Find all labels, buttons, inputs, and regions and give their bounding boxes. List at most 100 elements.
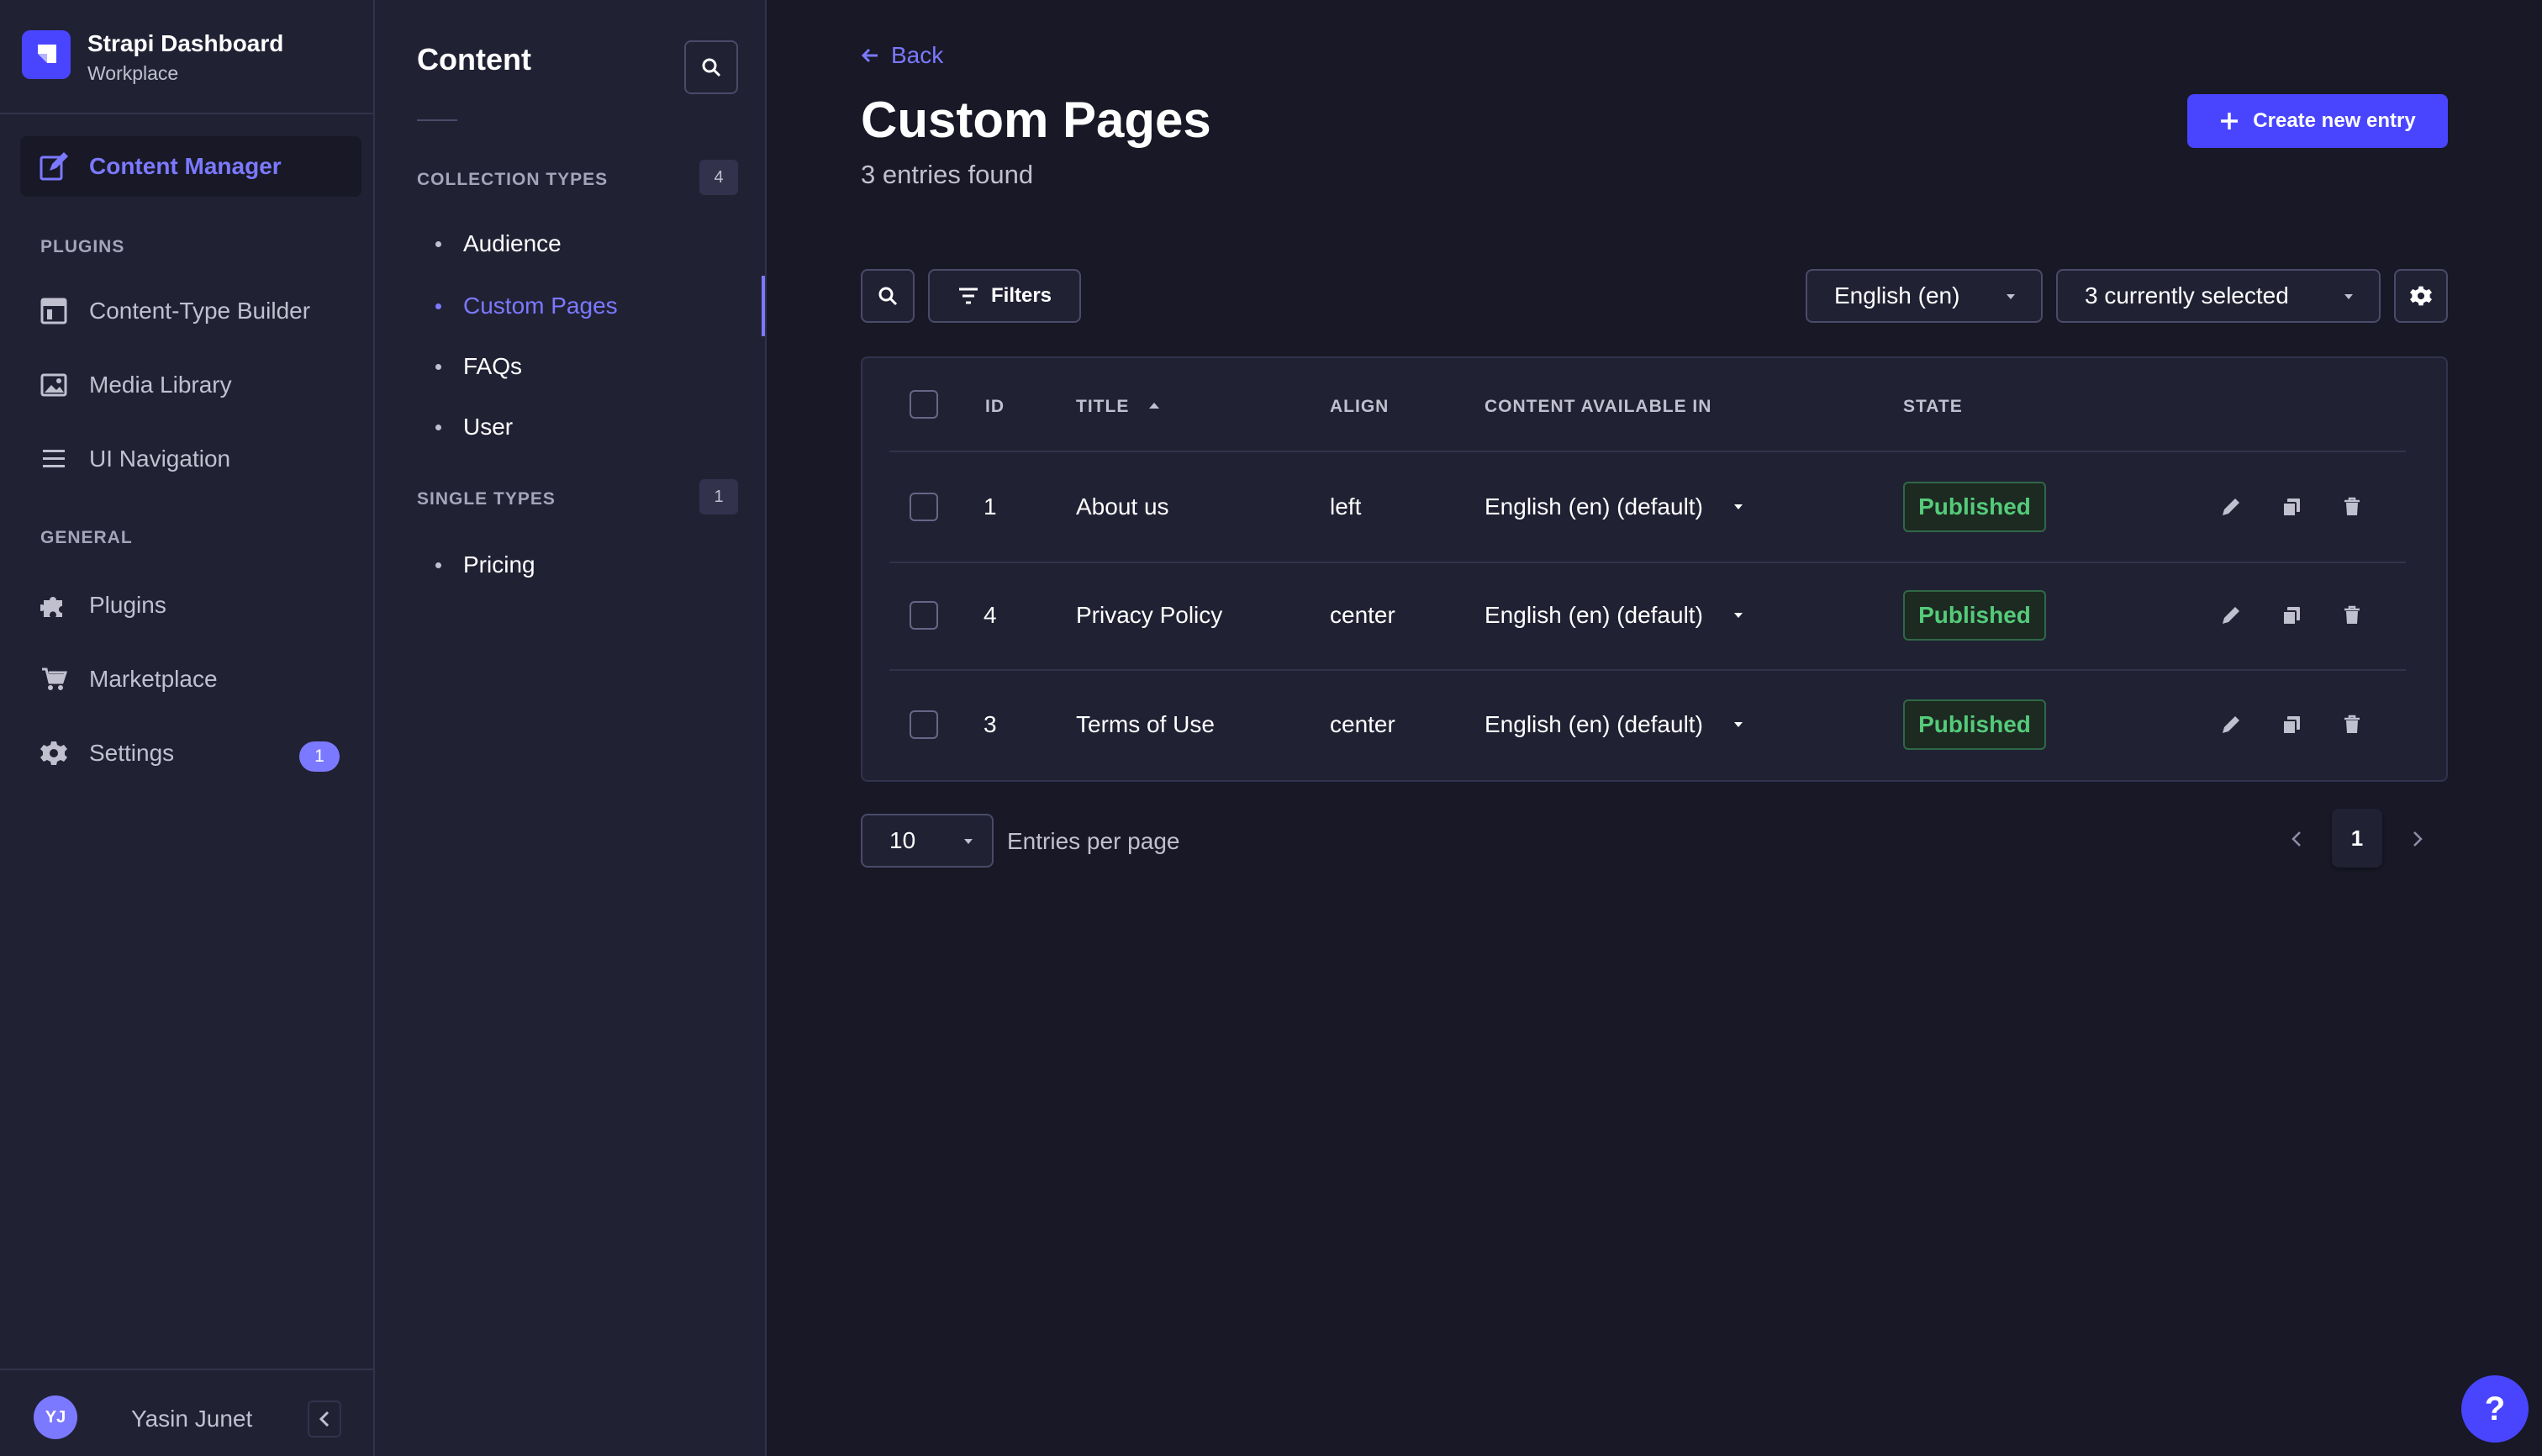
subnav-item-label: FAQs: [463, 353, 523, 379]
column-header-title[interactable]: TITLE: [1076, 397, 1129, 417]
edit-button[interactable]: [2214, 708, 2248, 741]
cell-locale[interactable]: English (en) (default): [1485, 493, 1703, 520]
bullet-icon: [435, 303, 441, 309]
cell-align: left: [1330, 493, 1362, 520]
cell-title: Privacy Policy: [1076, 602, 1223, 628]
plugins-section-label: PLUGINS: [40, 237, 125, 256]
previous-page-button[interactable]: [2280, 820, 2313, 857]
duplicate-button[interactable]: [2275, 708, 2308, 741]
subnav-item-label: Custom Pages: [463, 293, 618, 319]
nav-ui-navigation[interactable]: UI Navigation: [20, 429, 361, 489]
cell-title: About us: [1076, 493, 1169, 520]
subnav-item-label: User: [463, 414, 514, 440]
chevron-down-icon[interactable]: [1732, 609, 1745, 620]
cell-title: Terms of Use: [1076, 711, 1215, 737]
entries-per-page-label: Entries per page: [1007, 828, 1180, 854]
bullet-icon: [435, 424, 441, 430]
active-item-indicator: [762, 276, 765, 336]
puzzle-icon: [39, 590, 69, 620]
edit-button[interactable]: [2214, 599, 2248, 632]
filters-label: Filters: [990, 284, 1052, 307]
cell-locale[interactable]: English (en) (default): [1485, 602, 1703, 629]
brand: Strapi Dashboard Workplace: [0, 0, 373, 114]
next-page-button[interactable]: [2401, 820, 2434, 857]
subnav-item-custom-pages[interactable]: Custom Pages: [435, 281, 763, 331]
gear-icon: [39, 738, 69, 768]
locale-select[interactable]: English (en): [1806, 269, 2043, 323]
nav-ui-navigation-label: UI Navigation: [89, 446, 231, 472]
collection-types-label[interactable]: COLLECTION TYPES: [417, 170, 608, 190]
nav-settings[interactable]: Settings 1: [20, 723, 361, 783]
delete-button[interactable]: [2335, 490, 2369, 524]
search-button[interactable]: [861, 269, 915, 323]
chevron-left-icon: [2291, 831, 2301, 847]
nav-content-type-builder[interactable]: Content-Type Builder: [20, 281, 361, 341]
filter-icon: [958, 288, 978, 304]
columns-select[interactable]: 3 currently selected: [2056, 269, 2381, 323]
delete-button[interactable]: [2335, 599, 2369, 632]
pencil-icon: [2223, 499, 2239, 515]
edit-button[interactable]: [2214, 490, 2248, 524]
row-divider: [889, 451, 2406, 452]
cell-id: 4: [984, 602, 997, 628]
duplicate-icon: [2282, 716, 2300, 735]
list-settings-button[interactable]: [2394, 269, 2448, 323]
list-icon: [39, 444, 69, 474]
filters-button[interactable]: Filters: [928, 269, 1081, 323]
settings-notification-badge: 1: [299, 741, 340, 772]
duplicate-icon: [2282, 499, 2300, 517]
cell-id: 1: [984, 493, 997, 520]
avatar[interactable]: YJ: [34, 1395, 77, 1439]
column-header-content-available: CONTENT AVAILABLE IN: [1485, 397, 1712, 416]
collection-types-count: 4: [699, 160, 738, 195]
duplicate-icon: [2282, 607, 2300, 625]
nav-marketplace[interactable]: Marketplace: [20, 649, 361, 710]
subnav-item-label: Audience: [463, 230, 562, 256]
nav-plugins[interactable]: Plugins: [20, 575, 361, 636]
nav-media-library[interactable]: Media Library: [20, 355, 361, 415]
create-new-entry-label: Create new entry: [2253, 109, 2416, 132]
content-subnav: Content COLLECTION TYPES 4 Audience Cust…: [375, 0, 767, 1456]
search-icon: [878, 287, 898, 306]
column-header-id[interactable]: ID: [985, 397, 1005, 417]
nav-content-manager-label: Content Manager: [89, 153, 282, 179]
chevron-down-icon[interactable]: [1732, 719, 1745, 729]
plus-icon: [2221, 113, 2239, 129]
select-all-checkbox[interactable]: [910, 390, 938, 419]
page-1-button[interactable]: 1: [2332, 809, 2382, 868]
general-section-label: GENERAL: [40, 528, 133, 547]
chevron-down-icon[interactable]: [1732, 501, 1745, 511]
status-badge: Published: [1903, 590, 2046, 641]
subnav-item-faqs[interactable]: FAQs: [435, 341, 763, 392]
delete-button[interactable]: [2335, 708, 2369, 741]
nav-plugins-label: Plugins: [89, 592, 166, 618]
bullet-icon: [435, 240, 441, 247]
column-header-state: STATE: [1903, 397, 1963, 416]
duplicate-button[interactable]: [2275, 599, 2308, 632]
create-new-entry-button[interactable]: Create new entry: [2187, 94, 2448, 148]
row-checkbox[interactable]: [910, 710, 938, 739]
status-badge: Published: [1903, 482, 2046, 532]
row-checkbox[interactable]: [910, 601, 938, 630]
chevron-right-icon: [2413, 831, 2423, 847]
sort-ascending-icon[interactable]: [1147, 400, 1162, 410]
single-types-label[interactable]: SINGLE TYPES: [417, 489, 556, 509]
trash-icon: [2344, 715, 2360, 733]
entries-per-page-select[interactable]: 10: [861, 814, 994, 868]
single-types-count: 1: [699, 479, 738, 514]
subnav-search-button[interactable]: [684, 40, 738, 94]
duplicate-button[interactable]: [2275, 490, 2308, 524]
user-name[interactable]: Yasin Junet: [131, 1406, 252, 1432]
nav-content-manager[interactable]: Content Manager: [20, 136, 361, 197]
page-title: Custom Pages: [861, 92, 1211, 148]
collapse-nav-button[interactable]: [308, 1401, 341, 1438]
subnav-item-audience[interactable]: Audience: [435, 219, 763, 269]
back-link[interactable]: Back: [861, 42, 943, 69]
nav-content-type-builder-label: Content-Type Builder: [89, 298, 311, 324]
row-checkbox[interactable]: [910, 493, 938, 521]
column-header-align[interactable]: ALIGN: [1330, 397, 1389, 417]
subnav-item-pricing[interactable]: Pricing: [435, 540, 763, 590]
help-button[interactable]: ?: [2461, 1375, 2529, 1443]
subnav-item-user[interactable]: User: [435, 402, 763, 452]
cell-locale[interactable]: English (en) (default): [1485, 711, 1703, 738]
